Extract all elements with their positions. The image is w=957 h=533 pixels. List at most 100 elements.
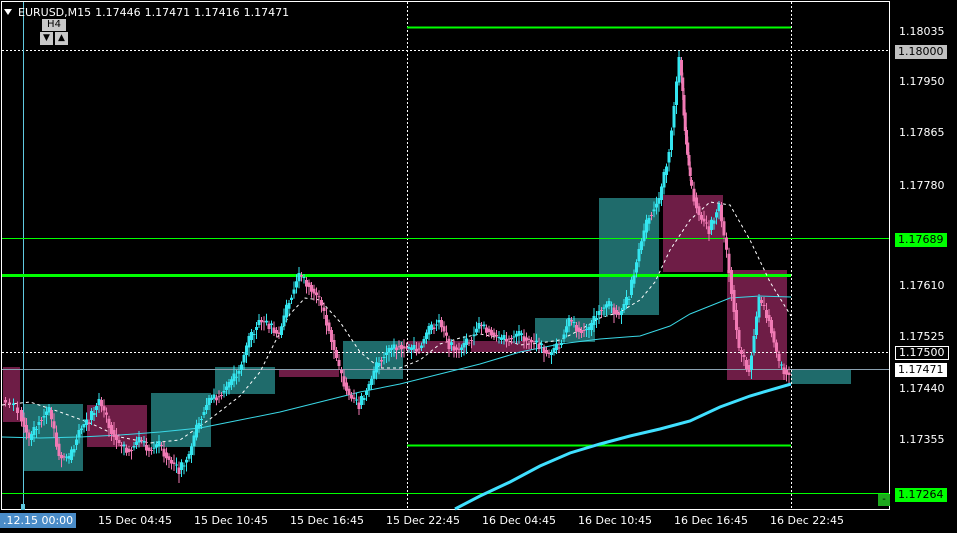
candle-body	[75, 439, 78, 445]
candle-body	[265, 320, 268, 323]
y-axis-label: 1.17950	[899, 75, 945, 88]
candle-body	[382, 357, 386, 358]
candle-body	[190, 446, 193, 455]
candle-body	[510, 338, 513, 340]
candle-body	[675, 81, 678, 105]
candle-body	[217, 396, 221, 398]
candle-body	[465, 338, 468, 345]
candle-body	[50, 410, 53, 420]
candle-body	[317, 296, 321, 298]
candle-body	[755, 316, 758, 335]
candle-body	[347, 388, 351, 395]
candle-body	[520, 333, 523, 335]
candle-body	[495, 335, 498, 337]
price-tag-green-line: 1.17689	[895, 233, 947, 247]
timeframe-label: H4	[42, 19, 66, 31]
x-axis-label: 16 Dec 22:45	[770, 514, 844, 527]
candle-body	[292, 289, 296, 294]
candle-body	[625, 297, 628, 305]
candle-body	[440, 320, 443, 328]
candle-body	[540, 343, 543, 345]
candle-body	[720, 205, 723, 222]
candle-body	[100, 400, 103, 407]
candle-body	[620, 311, 623, 315]
candle-body	[255, 327, 258, 330]
x-axis-cursor-label: .12.15 00:00	[0, 513, 77, 528]
candle-body	[197, 423, 201, 429]
candle-body	[417, 348, 421, 350]
candle-body	[72, 449, 76, 453]
candle-body	[140, 440, 143, 441]
candle-body	[32, 427, 36, 435]
candle-body	[450, 342, 453, 345]
candle-body	[105, 412, 108, 415]
candle-body	[320, 300, 323, 306]
timeframe-down-icon[interactable]: ▼	[40, 32, 53, 45]
candle-body	[117, 440, 121, 443]
price-tag-level: 1.17500	[895, 346, 949, 360]
y-axis-label: 1.17610	[899, 279, 945, 292]
candle-body	[697, 206, 701, 215]
y-axis-label: 1.17355	[899, 433, 945, 446]
candle-body	[740, 350, 743, 354]
candle-body	[470, 340, 473, 341]
candle-body	[435, 324, 438, 326]
candle-body	[252, 334, 256, 335]
candle-body	[557, 347, 561, 349]
candle-body	[640, 241, 643, 250]
x-axis-label: 15 Dec 16:45	[290, 514, 364, 527]
candle-body	[352, 397, 356, 399]
candle-body	[688, 167, 692, 176]
candle-body	[597, 311, 601, 315]
candle-body	[395, 347, 398, 351]
candle-body	[670, 130, 673, 150]
candle-body	[137, 437, 141, 443]
candle-body	[35, 429, 38, 430]
candle-body	[370, 378, 373, 385]
collapse-button[interactable]: -	[878, 494, 890, 506]
candle-body	[160, 445, 163, 446]
y-axis-label: 1.17865	[899, 126, 945, 139]
candle-body	[280, 326, 283, 335]
candle-body	[385, 352, 388, 355]
candle-body	[550, 352, 553, 355]
candle-body	[337, 360, 341, 366]
candle-body	[102, 406, 106, 411]
candle-body	[600, 310, 603, 311]
candle-body	[360, 396, 363, 405]
candle-body	[672, 106, 676, 128]
candle-body	[300, 275, 303, 277]
candle-body	[142, 441, 146, 443]
candle-body	[240, 364, 243, 370]
candle-body	[287, 303, 291, 309]
candle-body	[42, 416, 46, 418]
candle-body	[725, 237, 728, 250]
candle-body	[475, 328, 478, 333]
price-chart[interactable]	[0, 0, 957, 533]
timeframe-up-icon[interactable]: ▲	[55, 32, 68, 45]
candle-body	[460, 347, 463, 350]
candle-body	[655, 203, 658, 208]
candle-body	[215, 397, 218, 401]
candle-body	[562, 334, 566, 339]
chart-menu-triangle-icon[interactable]	[4, 9, 12, 15]
ohlc-low: 1.17416	[194, 5, 240, 19]
candle-body	[377, 363, 381, 367]
ohlc-open: 1.17446	[95, 5, 141, 19]
candle-body	[95, 406, 98, 410]
candle-body	[742, 355, 746, 357]
candle-body	[297, 273, 301, 282]
candle-body	[777, 353, 781, 361]
candle-body	[52, 421, 56, 429]
candle-body	[627, 299, 631, 300]
candle-body	[327, 322, 331, 331]
ohlc-high: 1.17471	[144, 5, 191, 19]
candle-body	[362, 398, 366, 400]
candle-body	[115, 435, 118, 440]
candle-body	[715, 212, 718, 218]
x-axis-label: 15 Dec 22:45	[386, 514, 460, 527]
candle-body	[660, 186, 663, 200]
candle-body	[420, 345, 423, 348]
ohlc-close: 1.17471	[243, 5, 290, 19]
candle-body	[200, 419, 203, 420]
